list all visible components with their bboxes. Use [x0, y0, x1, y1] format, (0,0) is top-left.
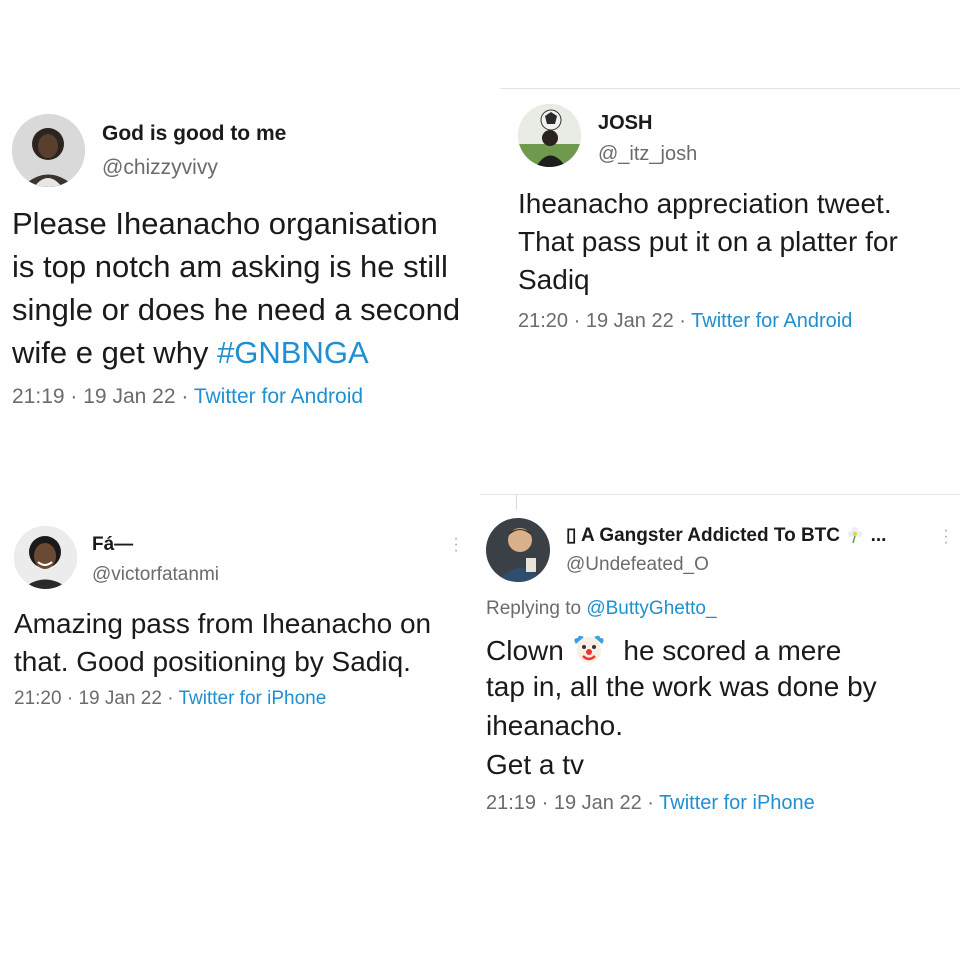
tweet-time: 21:19 — [12, 385, 65, 408]
tweet-line: Iheanacho appreciation tweet. — [518, 188, 892, 219]
tweet-date: 19 Jan 22 — [83, 385, 176, 408]
handle[interactable]: @victorfatanmi — [92, 564, 219, 586]
meta-separator: · — [573, 310, 581, 332]
avatar-image — [12, 114, 85, 187]
handle[interactable]: @Undefeated_O — [566, 554, 709, 576]
tweet-line: single or does he need a second — [12, 292, 461, 327]
handle[interactable]: @chizzyvivy — [102, 156, 218, 180]
meta-separator: · — [679, 310, 686, 332]
clown-emoji-icon — [573, 635, 604, 663]
avatar-image — [518, 104, 581, 167]
tweet-date: 19 Jan 22 — [78, 688, 162, 709]
source-link[interactable]: Twitter for Android — [194, 385, 363, 408]
avatar[interactable] — [12, 114, 85, 187]
tweet-line: Amazing pass from Iheanacho on — [14, 608, 432, 639]
display-name[interactable]: Fá— — [92, 534, 133, 556]
meta-separator: · — [66, 688, 74, 709]
tweet-line: Please Iheanacho organisation — [12, 206, 438, 241]
meta-separator: · — [181, 385, 189, 408]
display-name-text: ▯ A Gangster Addicted To BTC — [566, 525, 840, 546]
tweet-body: Please Iheanacho organisation is top not… — [12, 208, 460, 380]
tweet-body: Iheanacho appreciation tweet. That pass … — [518, 190, 898, 304]
tweet-card[interactable]: JOSH @_itz_josh Iheanacho appreciation t… — [500, 90, 960, 350]
meta-separator: · — [541, 792, 549, 814]
tweet-meta: 21:20 · 19 Jan 22 · Twitter for Android — [518, 310, 852, 333]
bottom-right-divider — [480, 494, 960, 495]
avatar-image — [14, 526, 77, 589]
tweet-card[interactable]: God is good to me @chizzyvivy Please Ihe… — [0, 0, 500, 440]
flower-emoji-icon — [848, 527, 863, 544]
tweet-line: wife e get why — [12, 335, 209, 370]
display-name[interactable]: ▯ A Gangster Addicted To BTC ... — [566, 524, 886, 547]
more-options-icon[interactable]: · · · — [942, 523, 950, 551]
meta-separator: · — [70, 385, 78, 408]
tweet-body: Clown he scored a mere tap in, all the w… — [486, 634, 877, 790]
mention-link[interactable]: @ButtyGhetto_ — [586, 598, 716, 619]
top-right-divider — [500, 88, 960, 89]
tweet-date: 19 Jan 22 — [585, 310, 674, 332]
tweet-line: Sadiq — [518, 264, 590, 295]
tweet-line: iheanacho. — [486, 710, 624, 741]
tweet-body: Amazing pass from Iheanacho on that. Goo… — [14, 610, 431, 686]
avatar[interactable] — [518, 104, 581, 167]
tweet-card[interactable]: Fá— @victorfatanmi · · · Amazing pass from… — [0, 510, 470, 730]
display-name-ellipsis: ... — [870, 525, 887, 546]
display-name[interactable]: God is good to me — [102, 122, 286, 146]
replying-to: Replying to @ButtyGhetto_ — [486, 598, 717, 620]
tweet-meta: 21:19 · 19 Jan 22 · Twitter for iPhone — [486, 792, 815, 815]
handle[interactable]: @_itz_josh — [598, 143, 697, 166]
source-link[interactable]: Twitter for Android — [691, 310, 852, 332]
tweet-line: Get a tv — [486, 749, 585, 780]
tweet-time: 21:20 — [14, 688, 62, 709]
avatar[interactable] — [14, 526, 77, 589]
tweet-line: That pass put it on a platter for — [518, 226, 898, 257]
hashtag-link[interactable]: #GNBNGA — [217, 335, 369, 370]
tweet-line-with-emoji: Clown he scored a mere — [486, 634, 877, 673]
source-link[interactable]: Twitter for iPhone — [659, 792, 815, 814]
tweet-line-with-hashtag: wife e get why #GNBNGA — [12, 337, 460, 380]
avatar-image — [486, 518, 550, 582]
tweet-meta: 21:19 · 19 Jan 22 · Twitter for Android — [12, 385, 363, 409]
display-name[interactable]: JOSH — [598, 112, 652, 135]
meta-separator: · — [647, 792, 654, 814]
tweet-date: 19 Jan 22 — [553, 792, 642, 814]
tweet-card[interactable]: ▯ A Gangster Addicted To BTC ... · · · @Un… — [480, 496, 960, 836]
replying-to-label: Replying to — [486, 598, 582, 619]
tweet-line: is top notch am asking is he still — [12, 249, 448, 284]
tweet-line: he scored a mere — [623, 635, 842, 666]
tweet-meta: 21:20 · 19 Jan 22 · Twitter for iPhone — [14, 688, 326, 710]
meta-separator: · — [167, 688, 174, 709]
tweet-time: 21:19 — [486, 792, 537, 814]
tweet-time: 21:20 — [518, 310, 569, 332]
source-link[interactable]: Twitter for iPhone — [178, 688, 326, 709]
tweet-line: Clown — [486, 635, 564, 666]
avatar[interactable] — [486, 518, 550, 582]
tweet-line: that. Good positioning by Sadiq. — [14, 646, 411, 677]
more-options-icon[interactable]: · · · — [452, 531, 460, 559]
tweet-line: tap in, all the work was done by — [486, 671, 877, 702]
